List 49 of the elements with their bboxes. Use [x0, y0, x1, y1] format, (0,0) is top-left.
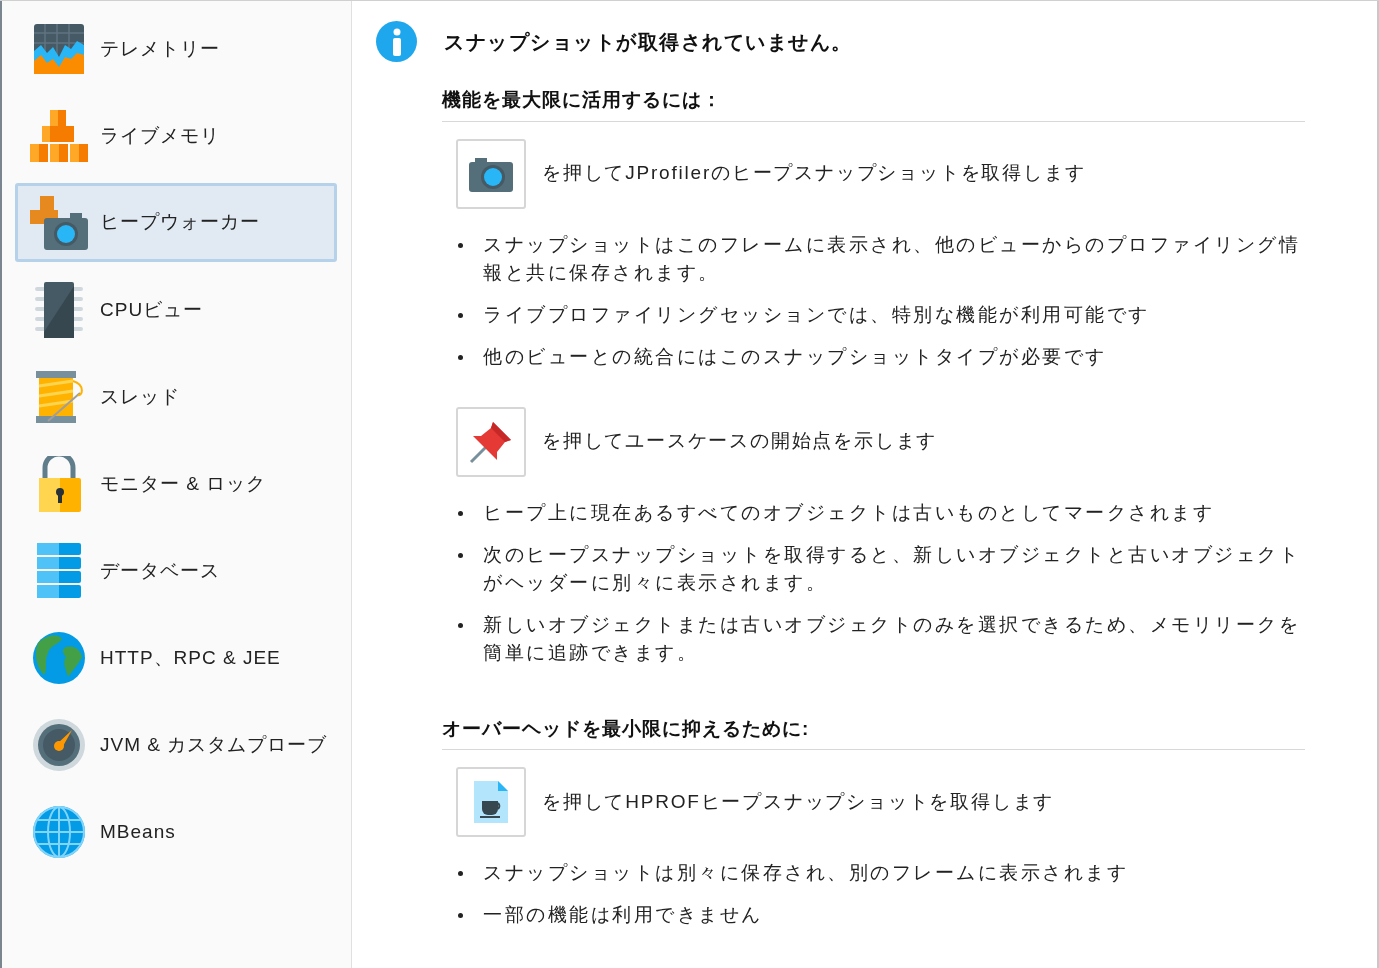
bullet-text: 他のビューとの統合にはこのスナップショットタイプが必要です — [483, 344, 1107, 369]
globe-icon — [32, 805, 86, 859]
bullet-icon — [458, 552, 463, 558]
sidebar-item[interactable]: モニター & ロック — [15, 445, 337, 523]
pushpin-icon — [469, 419, 513, 464]
globe-icon — [32, 631, 86, 685]
bullet-text: スナップショットは別々に保存され、別のフレームに表示されます — [483, 861, 1128, 885]
bullet-text: ヒープ上に現在あるすべてのオブジェクトは古いものとしてマークされます — [483, 500, 1214, 525]
chart-icon — [33, 23, 85, 75]
bullet-icon — [458, 510, 463, 516]
status-title: スナップショットが取得されていません。 — [444, 29, 853, 55]
cubes-camera-icon — [30, 195, 88, 250]
info-icon — [376, 21, 417, 62]
bullet-icon — [458, 871, 463, 876]
bullet-icon — [458, 312, 463, 318]
sidebar-item[interactable]: JVM & カスタムプローブ — [15, 706, 337, 784]
section-heading: オーバーヘッドを最小限に抑えるために: — [442, 714, 1305, 750]
action-text: を押してHPROFヒープスナップショットを取得します — [542, 789, 1055, 814]
gauge-icon — [32, 718, 86, 772]
bullet-text: 一部の機能は利用できません — [483, 903, 763, 927]
bullet-icon — [458, 354, 463, 360]
section-heading: 機能を最大限に活用するには： — [442, 86, 1305, 122]
spool-icon — [34, 371, 84, 423]
chip-icon — [35, 282, 83, 338]
sidebar-item[interactable]: MBeans — [15, 793, 337, 871]
toolbar-button[interactable] — [456, 767, 526, 837]
camera-icon — [469, 155, 513, 192]
sidebar-item[interactable]: テレメトリー — [15, 10, 337, 88]
bullet-text: スナップショットはこのフレームに表示され、他のビューからのプロファイリング情報と共に保存されます。 — [483, 232, 1301, 285]
sidebar-item[interactable]: データベース — [15, 532, 337, 610]
bullet-icon — [458, 913, 463, 918]
bullet-text: 次のヒープスナップショットを取得すると、新しいオブジェクトと古いオブジェクトがヘッダーに別々に表示されます。 — [483, 542, 1301, 595]
sidebar-item[interactable]: CPUビュー — [15, 271, 337, 349]
toolbar-button[interactable] — [456, 138, 526, 209]
sidebar-item[interactable]: ヒープウォーカー — [15, 183, 337, 262]
sidebar-item[interactable]: ライブメモリ — [15, 97, 337, 175]
sidebar-item[interactable]: HTTP、RPC & JEE — [15, 619, 337, 697]
cubes-icon — [30, 110, 88, 162]
padlock-icon — [37, 456, 81, 512]
sidebar-item[interactable]: スレッド — [15, 358, 337, 436]
bullet-icon — [458, 622, 463, 628]
bullet-text: 新しいオブジェクトまたは古いオブジェクトのみを選択できるため、メモリリークを簡単に追跡できます。 — [483, 612, 1301, 665]
bullet-icon — [458, 242, 463, 248]
bullet-text: ライブプロファイリングセッションでは、特別な機能が利用可能です — [483, 302, 1150, 327]
document-cup-icon — [474, 781, 508, 823]
action-text: を押してユースケースの開始点を示します — [542, 429, 938, 454]
action-text: を押してJProfilerのヒープスナップショットを取得します — [542, 161, 1086, 186]
database-icon — [37, 543, 81, 599]
toolbar-button[interactable] — [456, 406, 526, 477]
